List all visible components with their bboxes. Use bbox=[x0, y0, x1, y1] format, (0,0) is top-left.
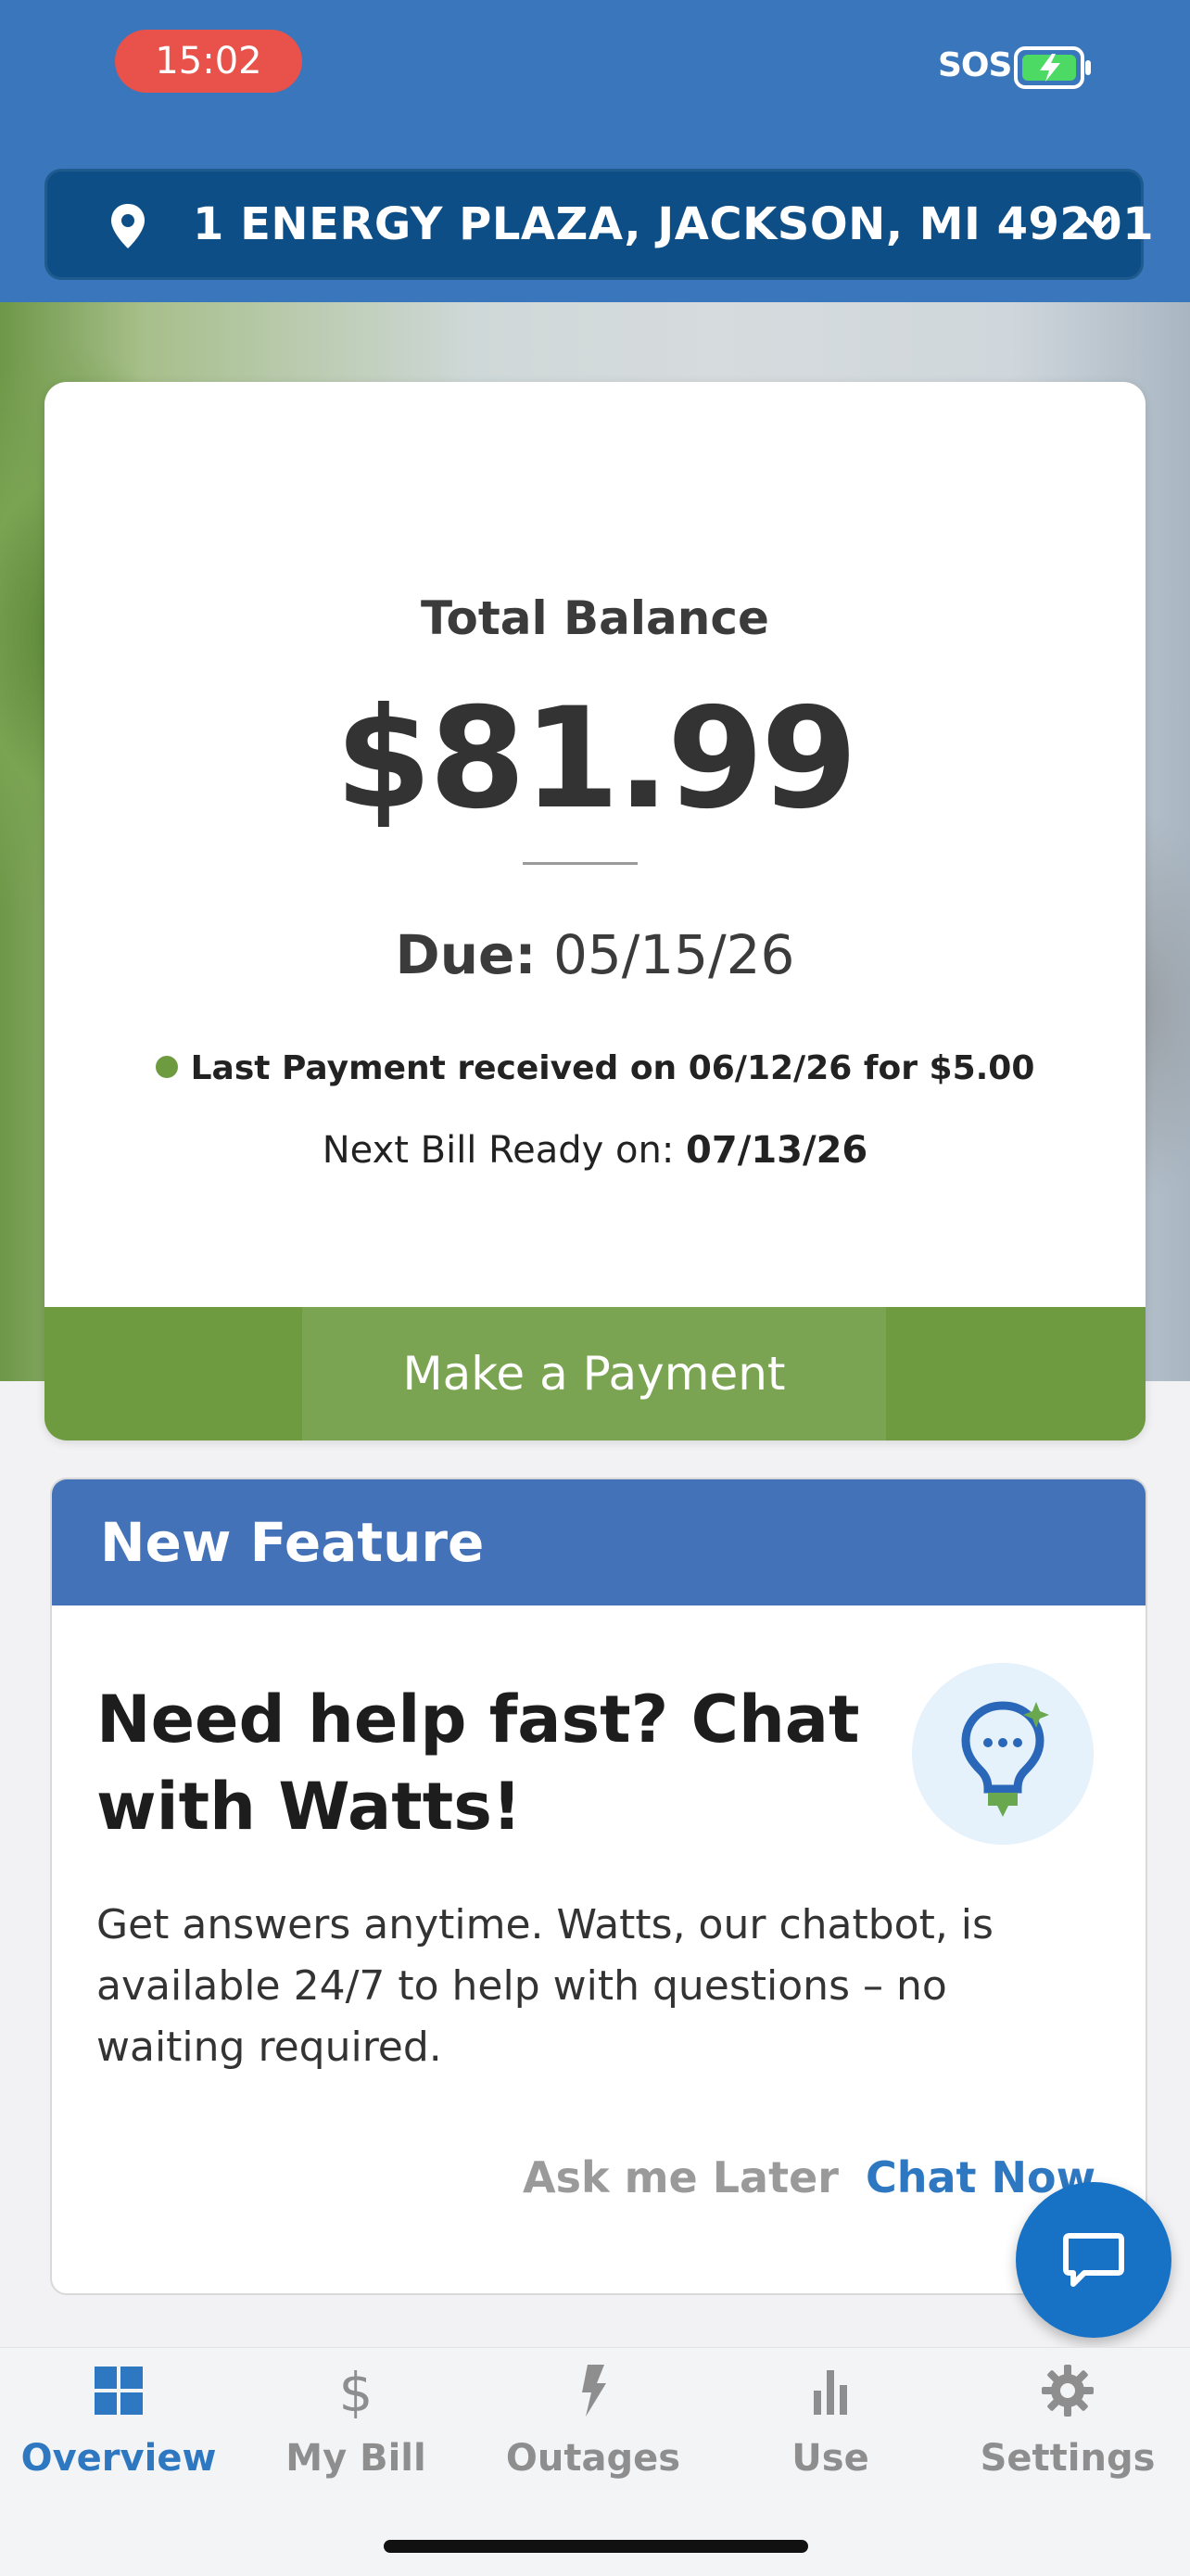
gear-icon bbox=[1042, 2365, 1094, 2417]
tab-label: Outages bbox=[505, 2437, 681, 2480]
location-pin-icon bbox=[111, 204, 145, 248]
next-bill-info: Next Bill Ready on: 07/13/26 bbox=[44, 1129, 1146, 1172]
total-balance-label: Total Balance bbox=[421, 591, 769, 645]
feature-header: New Feature bbox=[52, 1479, 1146, 1605]
chevron-down-icon bbox=[1083, 216, 1111, 233]
amount-divider bbox=[523, 862, 638, 865]
tab-outages[interactable]: Outages bbox=[475, 2348, 712, 2506]
last-payment-text: Last Payment received on 06/12/26 for $5… bbox=[190, 1049, 1035, 1087]
address-text: 1 ENERGY PLAZA, JACKSON, MI 49201 bbox=[193, 198, 1155, 250]
svg-text:$: $ bbox=[339, 2363, 373, 2418]
dollar-icon: $ bbox=[339, 2363, 373, 2418]
address-selector[interactable]: 1 ENERGY PLAZA, JACKSON, MI 49201 bbox=[44, 169, 1155, 280]
make-payment-button[interactable]: Make a Payment bbox=[302, 1307, 886, 1440]
balance-card: Total Balance $81.99 Due: 05/15/26 Last … bbox=[44, 382, 1146, 1440]
grid-icon bbox=[95, 2367, 143, 2415]
tab-use[interactable]: Use bbox=[712, 2348, 949, 2506]
last-payment-info: Last Payment received on 06/12/26 for $5… bbox=[44, 1049, 1146, 1087]
home-indicator bbox=[384, 2540, 808, 2553]
tab-label: Overview bbox=[20, 2437, 217, 2480]
tab-label: My Bill bbox=[285, 2437, 426, 2480]
ask-me-later-button[interactable]: Ask me Later bbox=[523, 2152, 839, 2202]
tab-label: Settings bbox=[980, 2437, 1156, 2480]
feature-body: Get answers anytime. Watts, our chatbot,… bbox=[96, 1901, 994, 2071]
battery-icon bbox=[1014, 46, 1091, 89]
chat-fab-button[interactable] bbox=[1016, 2182, 1171, 2338]
tab-label: Use bbox=[791, 2437, 869, 2480]
next-bill-label: Next Bill Ready on: bbox=[322, 1129, 687, 1172]
payment-bar: Make a Payment bbox=[44, 1307, 1146, 1440]
lightbulb-chat-icon bbox=[912, 1663, 1094, 1845]
status-time: 15:02 bbox=[115, 30, 302, 93]
total-balance-amount: $81.99 bbox=[335, 679, 858, 840]
chat-bubble-icon bbox=[1063, 2233, 1124, 2287]
feature-title: Need help fast? Chat with Watts! bbox=[96, 1681, 860, 1845]
due-date: 05/15/26 bbox=[552, 923, 795, 986]
feature-header-title: New Feature bbox=[100, 1511, 485, 1574]
tab-my-bill[interactable]: $ My Bill bbox=[237, 2348, 475, 2506]
status-sos: SOS bbox=[938, 46, 1012, 84]
next-bill-date: 07/13/26 bbox=[686, 1129, 868, 1172]
tab-overview[interactable]: Overview bbox=[0, 2348, 237, 2506]
bar-chart-icon bbox=[814, 2370, 847, 2415]
due-label: Due: bbox=[395, 923, 537, 986]
tab-settings[interactable]: Settings bbox=[949, 2348, 1186, 2506]
due-line: Due: 05/15/26 bbox=[44, 923, 1146, 986]
lightning-icon bbox=[582, 2365, 606, 2417]
new-feature-card: New Feature Need help fast? Chat with Wa… bbox=[50, 1478, 1147, 2295]
payment-status-dot bbox=[155, 1056, 178, 1078]
